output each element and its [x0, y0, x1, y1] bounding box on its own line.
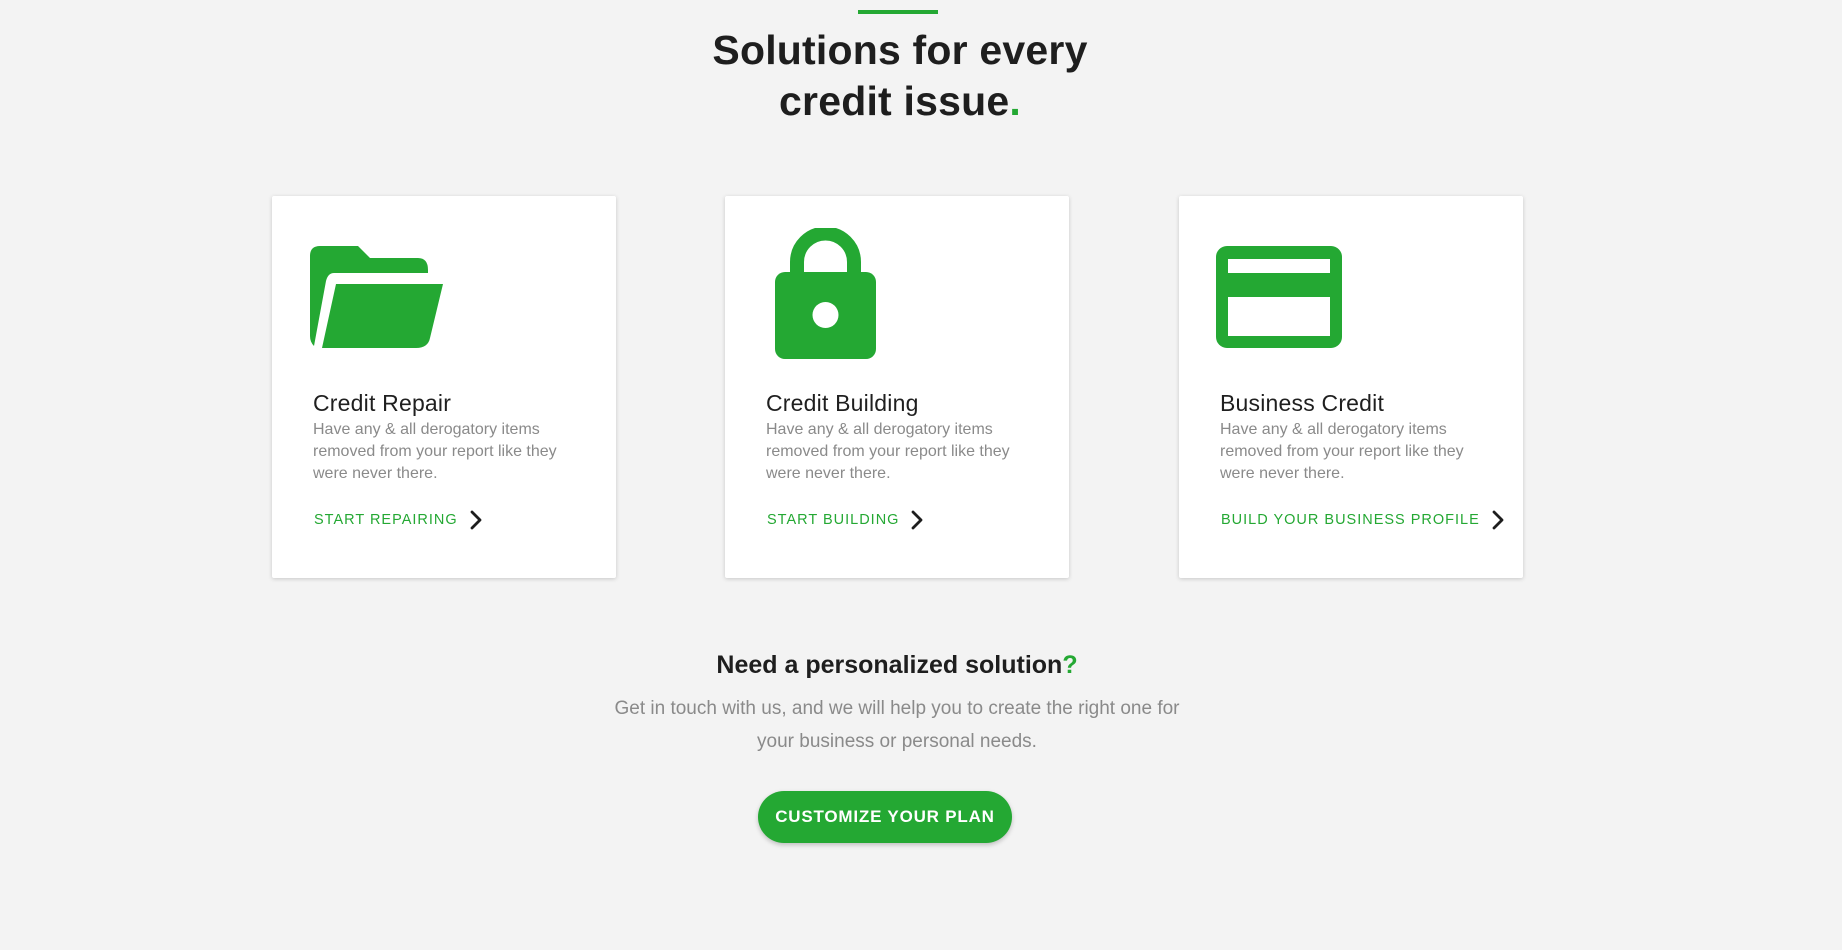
chevron-right-icon: [1492, 510, 1504, 530]
card-credit-building: Credit Building Have any & all derogator…: [725, 196, 1069, 578]
card-description: Have any & all derogatory items removed …: [313, 421, 557, 482]
lock-icon: [775, 228, 876, 359]
section-title: Solutions for every credit issue.: [600, 25, 1200, 127]
chevron-right-icon: [470, 510, 482, 530]
section-title-accent: .: [1009, 78, 1021, 124]
build-business-profile-link[interactable]: BUILD YOUR BUSINESS PROFILE: [1221, 510, 1504, 530]
card-link-label: START BUILDING: [767, 512, 900, 528]
personalized-solution-title-accent: ?: [1062, 651, 1078, 679]
credit-card-icon: [1216, 246, 1342, 348]
card-title: Credit Building: [766, 390, 919, 416]
solutions-section: Solutions for every credit issue. Credit…: [0, 0, 1842, 950]
card-link-label: START REPAIRING: [314, 512, 458, 528]
personalized-solution-title: Need a personalized solution?: [600, 648, 1194, 682]
personalized-solution-title-text: Need a personalized solution: [716, 651, 1063, 679]
card-description: Have any & all derogatory items removed …: [1220, 421, 1464, 482]
section-title-line-2: credit issue.: [600, 76, 1200, 127]
card-description: Have any & all derogatory items removed …: [766, 421, 1010, 482]
start-repairing-link[interactable]: START REPAIRING: [314, 510, 482, 530]
card-title: Credit Repair: [313, 390, 452, 416]
section-divider-line: [858, 10, 938, 14]
customize-your-plan-button[interactable]: CUSTOMIZE YOUR PLAN: [758, 791, 1012, 843]
card-credit-repair: Credit Repair Have any & all derogatory …: [272, 196, 616, 578]
card-business-credit: Business Credit Have any & all derogator…: [1179, 196, 1523, 578]
start-building-link[interactable]: START BUILDING: [767, 510, 923, 530]
folder-open-icon: [310, 246, 443, 348]
section-title-line-1: Solutions for every: [712, 27, 1088, 73]
section-title-line-2-text: credit issue: [779, 78, 1010, 124]
chevron-right-icon: [912, 510, 923, 530]
card-link-label: BUILD YOUR BUSINESS PROFILE: [1221, 512, 1480, 528]
card-title: Business Credit: [1220, 390, 1385, 416]
personalized-solution-description: Get in touch with us, and we will help y…: [614, 698, 1180, 752]
